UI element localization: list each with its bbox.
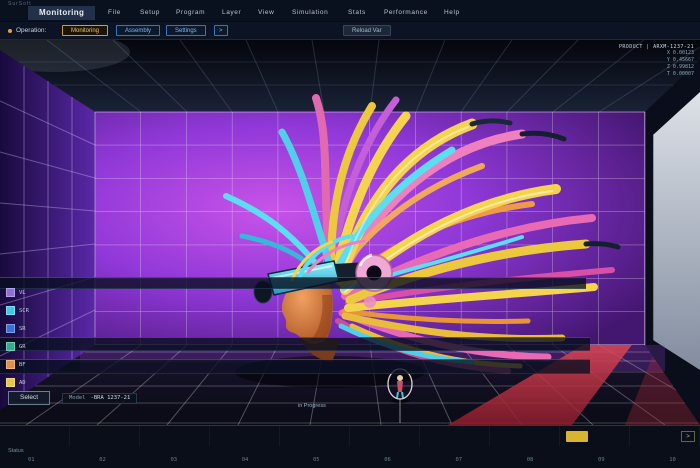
menu-item-performance[interactable]: Performance [384,9,428,16]
timeline-cell[interactable] [350,426,420,446]
menu-item-layer[interactable]: Layer [222,9,241,16]
menu-bar: SurSoft Monitoring File Setup Program La… [0,0,700,22]
timeline-number[interactable]: 08 [527,457,534,463]
timeline-cell[interactable] [420,426,490,446]
timeline-end-button[interactable]: > [681,431,695,442]
timeline-number[interactable]: 02 [99,457,106,463]
overlay-band [0,277,586,289]
timeline-number[interactable]: 10 [669,457,676,463]
menu-item-simulation[interactable]: Simulation [292,9,328,16]
readout-value: Z 0.99812 [619,64,694,71]
legend-color-swatch [6,306,15,315]
timeline-cell[interactable] [70,426,140,446]
operation-status-dot [8,29,12,33]
menu-item-setup[interactable]: Setup [140,9,160,16]
timeline-cell[interactable] [0,426,70,446]
app-window: SurSoft Monitoring File Setup Program La… [0,0,700,468]
timeline-cell[interactable] [490,426,560,446]
menu-item-stats[interactable]: Stats [348,9,366,16]
assembly-button[interactable]: Assembly [116,25,160,36]
timeline-number[interactable]: 07 [456,457,463,463]
timeline-highlight-marker[interactable] [566,431,588,442]
model-chip[interactable]: Model -BRA 1237-21 [62,393,137,404]
menu-item-program[interactable]: Program [176,9,205,16]
status-label: Status [8,448,24,454]
legend-label: BF [19,362,26,368]
progress-status-text: in Progress [298,403,326,409]
readout-value: Y 0.45667 [619,57,694,64]
legend-color-swatch [6,288,15,297]
timeline-number[interactable]: 09 [598,457,605,463]
timeline-number[interactable]: 06 [384,457,391,463]
legend-label: VL [19,290,26,296]
legend-label: AD [19,380,26,386]
legend-item[interactable]: VL [6,288,26,297]
legend-label: GR [19,344,26,350]
legend-item[interactable]: SR [6,324,26,333]
timeline-number[interactable]: 05 [313,457,320,463]
legend-label: SR [19,326,26,332]
active-menu-tab[interactable]: Monitoring [28,6,95,20]
expand-button[interactable]: > [214,25,228,36]
overlay-band [0,359,590,374]
monitoring-button[interactable]: Monitoring [62,25,108,36]
menu-item-file[interactable]: File [108,9,121,16]
legend-item[interactable]: GR [6,342,26,351]
timeline-cell[interactable] [210,426,280,446]
timeline-number[interactable]: 03 [171,457,178,463]
bottom-panel: > Status 01 02 03 04 05 06 07 08 09 10 [0,425,700,468]
legend-color-swatch [6,342,15,351]
timeline-cell[interactable] [280,426,350,446]
operation-toolbar: Operation: Monitoring Assembly Settings … [0,22,700,40]
product-readout: PRODUCT | ARXM-1237-21 X 0.00123 Y 0.456… [619,44,694,78]
timeline-cell[interactable] [140,426,210,446]
menu-item-view[interactable]: View [258,9,274,16]
legend-label: SCR [19,308,29,314]
model-value: -BRA 1237-21 [91,395,131,401]
readout-value: T 0.00007 [619,71,694,78]
timeline-number[interactable]: 01 [28,457,35,463]
legend-color-swatch [6,360,15,369]
legend-item[interactable]: SCR [6,306,29,315]
readout-value: X 0.00123 [619,50,694,57]
legend-item[interactable]: BF [6,360,26,369]
operation-label: Operation: [16,27,46,34]
legend-color-swatch [6,378,15,387]
select-button[interactable]: Select [8,391,50,405]
reload-var-button[interactable]: Reload Var [343,25,391,36]
legend-color-swatch [6,324,15,333]
timeline-track[interactable] [0,426,700,446]
menu-item-help[interactable]: Help [444,9,460,16]
timeline-numbers: 01 02 03 04 05 06 07 08 09 10 [28,457,676,463]
settings-button[interactable]: Settings [166,25,206,36]
viewport-3d[interactable]: PRODUCT | ARXM-1237-21 X 0.00123 Y 0.456… [0,40,700,425]
timeline-number[interactable]: 04 [242,457,249,463]
legend-item[interactable]: AD [6,378,26,387]
model-label: Model [69,395,86,401]
overlay-band [0,337,590,351]
